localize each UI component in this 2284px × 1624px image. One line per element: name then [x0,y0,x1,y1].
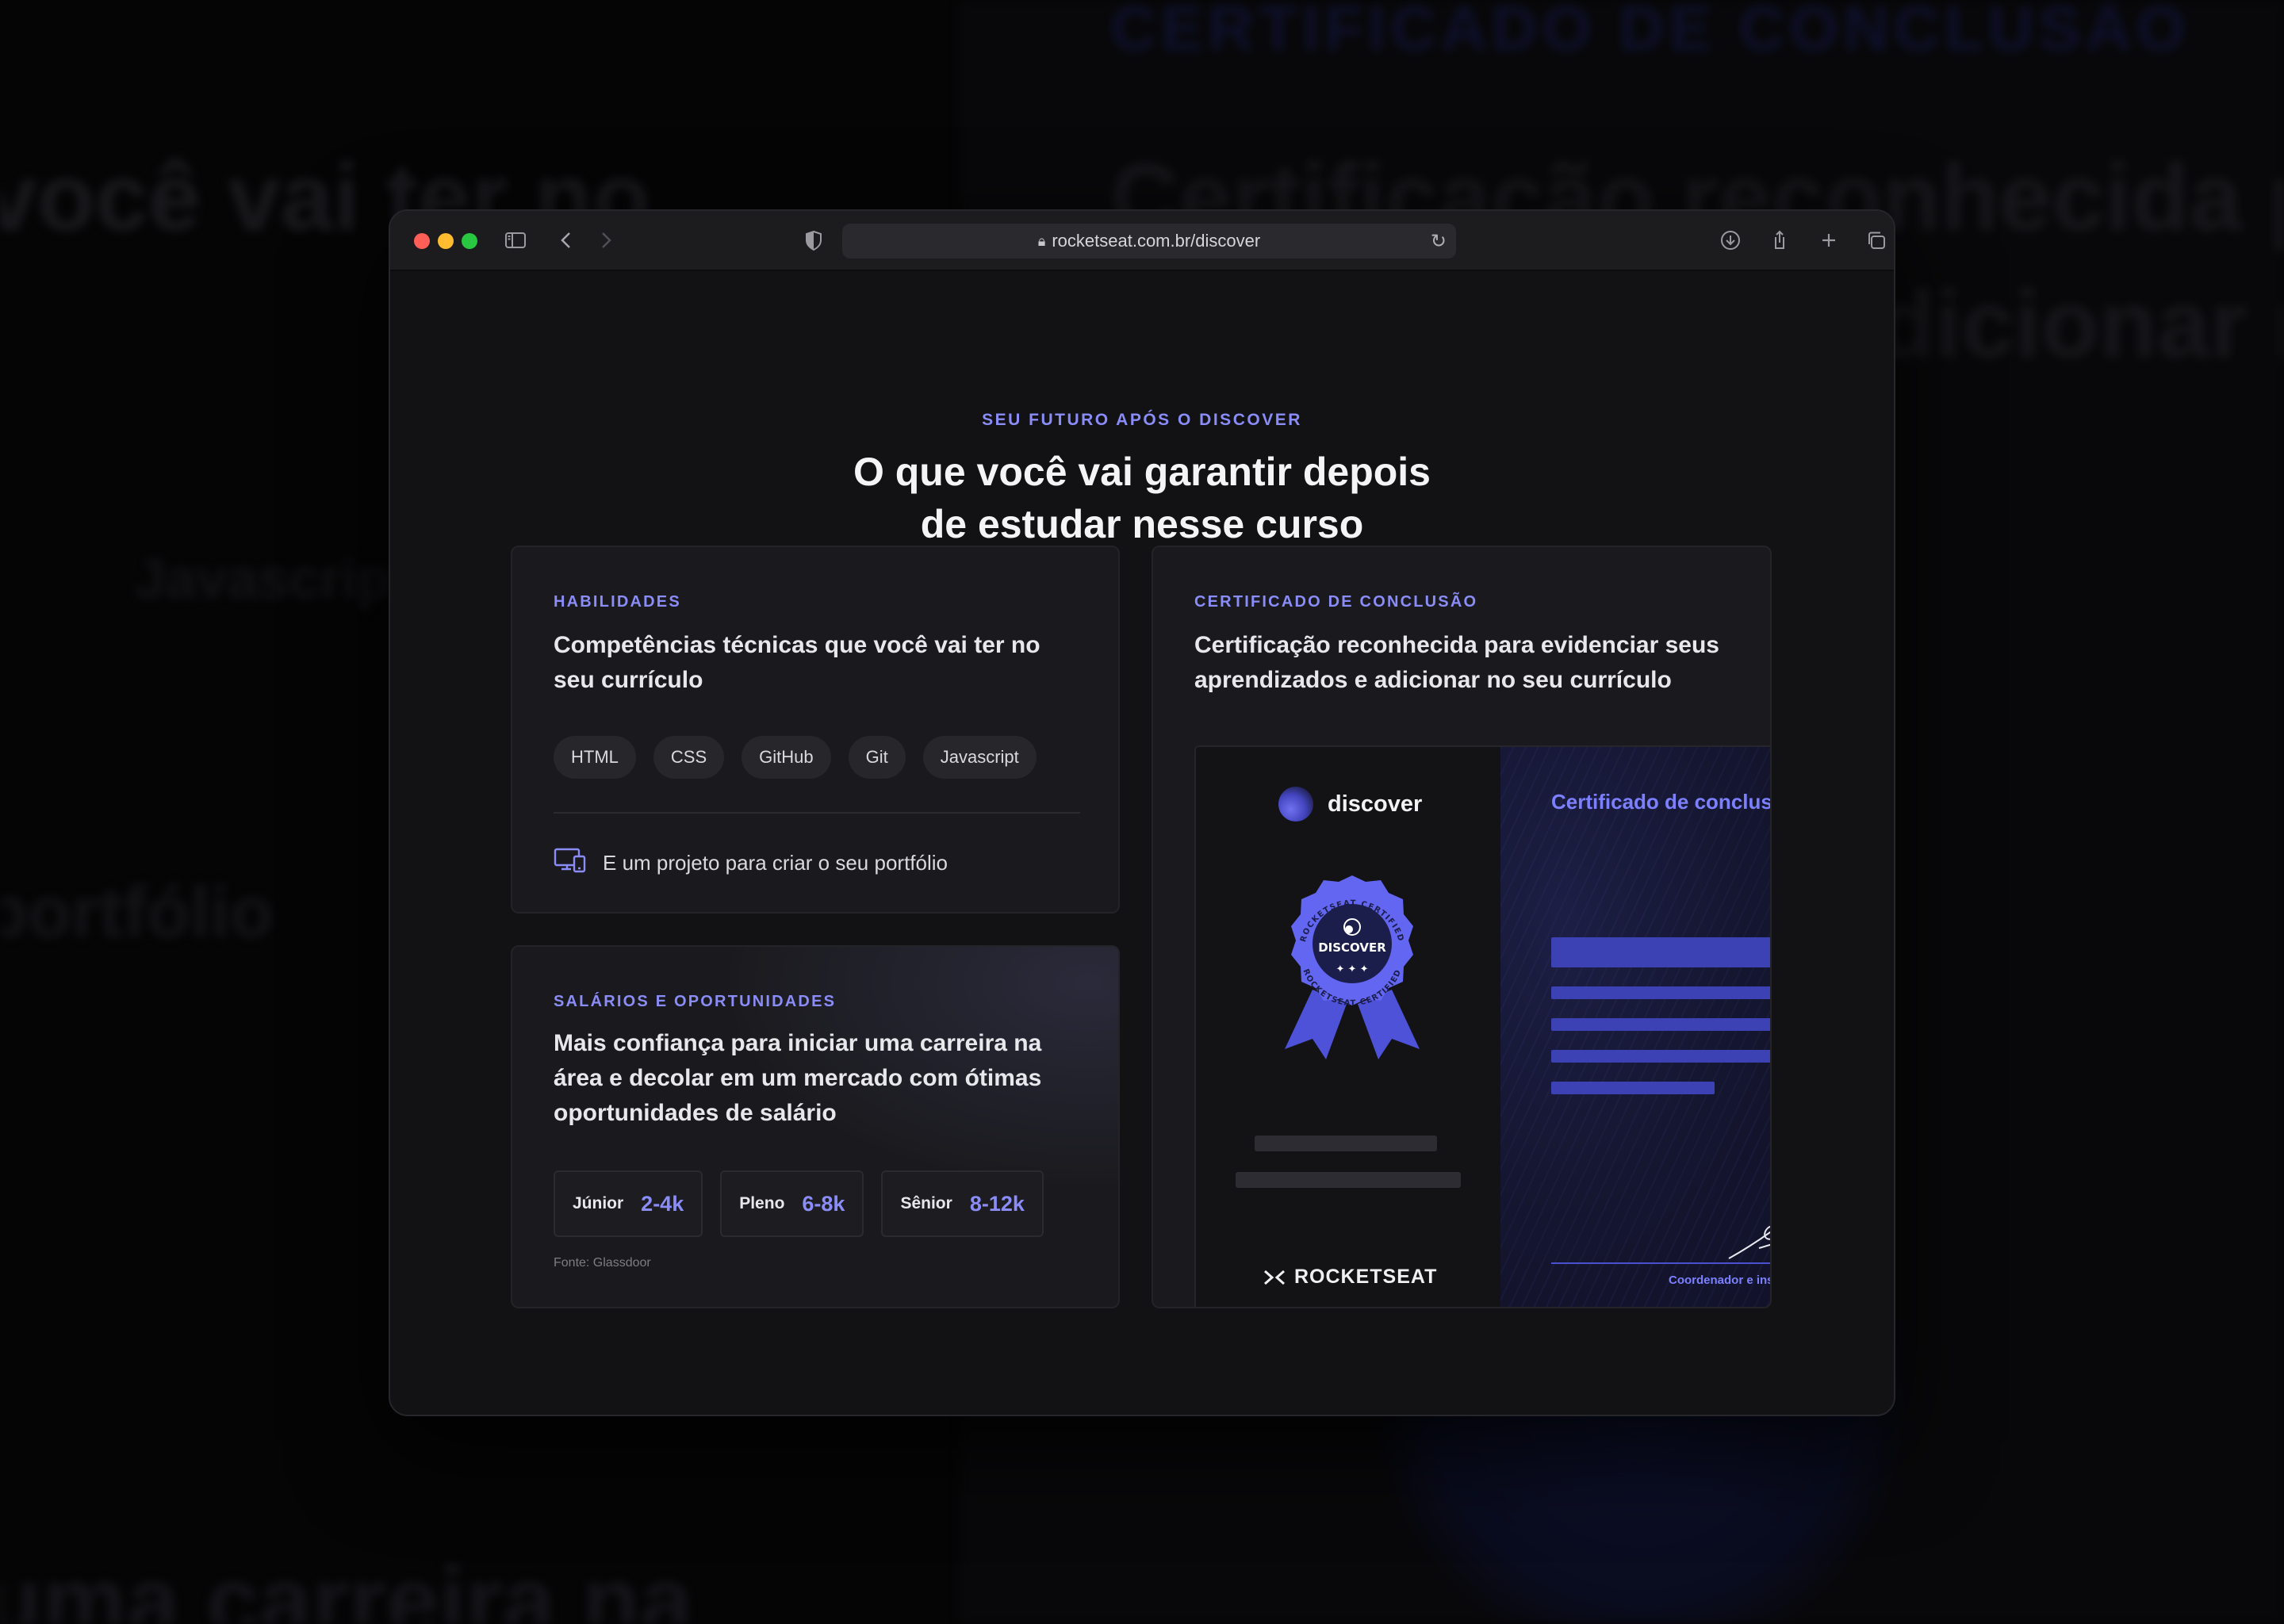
skill-chip-html: HTML [554,736,636,779]
divider [554,812,1080,814]
salary-range: 6-8k [802,1191,845,1216]
skills-eyebrow: HABILIDADES [554,593,681,611]
sidebar-toggle-icon[interactable] [503,228,528,254]
rocketseat-logo: ROCKETSEAT [1263,1266,1437,1289]
salary-range: 2-4k [641,1191,684,1216]
certificate-description: Certificação reconhecida para evidenciar… [1194,632,1719,693]
new-tab-icon[interactable] [1816,228,1841,254]
placeholder-bar [1236,1172,1461,1188]
signature-line [1551,1262,1770,1264]
skill-chip-git: Git [848,736,906,779]
placeholder-bar [1255,1136,1437,1151]
salary-level: Pleno [739,1194,785,1212]
lock-icon: 🔒︎ [1037,232,1046,249]
skills-card: HABILIDADES Competências técnicas que vo… [511,546,1120,914]
skills-chip-list: HTML CSS GitHub Git Javascript [554,736,1037,779]
rocketseat-logo-icon [1264,1270,1285,1285]
salaries-card: SALÁRIOS E OPORTUNIDADES Mais confiança … [511,945,1120,1308]
signature-caption: Coordenador e instrutor [1669,1274,1770,1287]
url-text: rocketseat.com.br/discover [1052,231,1261,251]
background-text: portfólio [0,873,274,952]
reload-icon[interactable]: ↻ [1431,230,1447,253]
portfolio-row: E um projeto para criar o seu portfólio [554,847,948,879]
salary-level: Sênior [900,1194,952,1212]
browser-toolbar: 🔒︎ rocketseat.com.br/discover ↻ [390,211,1894,271]
skills-description: Competências técnicas que você vai ter n… [554,632,1040,693]
section-title-line-1: O que você vai garantir depois [853,450,1431,494]
page-content: SEU FUTURO APÓS O DISCOVER O que você va… [390,271,1894,1415]
salary-item-junior: Júnior 2-4k [554,1170,703,1237]
certified-badge-icon: ROCKETSEAT CERTIFIED ROCKETSEAT CERTIFIE… [1285,875,1420,1059]
address-bar[interactable]: 🔒︎ rocketseat.com.br/discover ↻ [842,224,1456,259]
salary-list: Júnior 2-4k Pleno 6-8k Sênior 8-12k [554,1170,1044,1237]
svg-text:✦ ✦ ✦: ✦ ✦ ✦ [1336,963,1369,975]
minimize-window-button[interactable] [438,233,454,249]
certificate-preview: discover ROCKETSEAT CERTIFIED ROCKETSEAT… [1194,745,1772,1307]
salary-range: 8-12k [969,1191,1025,1216]
certificate-eyebrow: CERTIFICADO DE CONCLUSÃO [1194,593,1478,611]
section-title-line-2: de estudar nesse curso [920,502,1364,546]
certificate-side-panel: discover ROCKETSEAT CERTIFIED ROCKETSEAT… [1196,747,1500,1307]
background-text: CERTIFICADO DE CONCLUSÃO [1110,0,2190,63]
discover-logo-text: discover [1328,791,1423,817]
discover-logo-icon [1278,787,1313,822]
close-window-button[interactable] [414,233,430,249]
back-icon[interactable] [554,228,579,254]
salary-level: Júnior [573,1194,624,1212]
certificate-text-bar [1551,1050,1770,1063]
window-controls [414,233,477,249]
rocketseat-logo-text: ROCKETSEAT [1294,1266,1438,1288]
certificate-card: CERTIFICADO DE CONCLUSÃO Certificação re… [1152,546,1772,1308]
certificate-title: Certificado de conclusão [1551,790,1772,814]
salaries-description: Mais confiança para iniciar uma carreira… [554,1030,1042,1126]
salary-source: Fonte: Glassdoor [554,1256,651,1270]
share-icon[interactable] [1767,228,1792,254]
certificate-text-bar [1551,986,1770,999]
svg-text:DISCOVER: DISCOVER [1318,940,1386,955]
discover-logo: discover [1278,787,1422,822]
certificate-text-bar [1551,1018,1770,1031]
maximize-window-button[interactable] [462,233,477,249]
section-title: O que você vai garantir depois de estuda… [390,446,1894,550]
section-eyebrow: SEU FUTURO APÓS O DISCOVER [982,411,1302,429]
salary-item-senior: Sênior 8-12k [881,1170,1044,1237]
browser-window: 🔒︎ rocketseat.com.br/discover ↻ SEU FUTU… [389,209,1895,1416]
signature-icon [1728,1225,1770,1259]
certificate-document: Certificado de conclusão Coordenador e i… [1500,747,1772,1307]
tab-overview-icon[interactable] [1864,228,1889,254]
skill-chip-css: CSS [653,736,725,779]
background-text: Javascript [135,548,410,610]
certificate-name-bar [1551,937,1770,967]
skill-chip-github: GitHub [742,736,831,779]
background-text: uma carreira na [0,1548,693,1624]
forward-icon[interactable] [593,228,619,254]
devices-icon [554,847,587,879]
skill-chip-javascript: Javascript [922,736,1037,779]
download-icon[interactable] [1718,228,1743,254]
portfolio-text: E um projeto para criar o seu portfólio [603,851,948,875]
salary-item-pleno: Pleno 6-8k [720,1170,864,1237]
privacy-shield-icon[interactable] [801,228,826,254]
certificate-text-bar [1551,1082,1715,1094]
salaries-eyebrow: SALÁRIOS E OPORTUNIDADES [554,993,837,1010]
